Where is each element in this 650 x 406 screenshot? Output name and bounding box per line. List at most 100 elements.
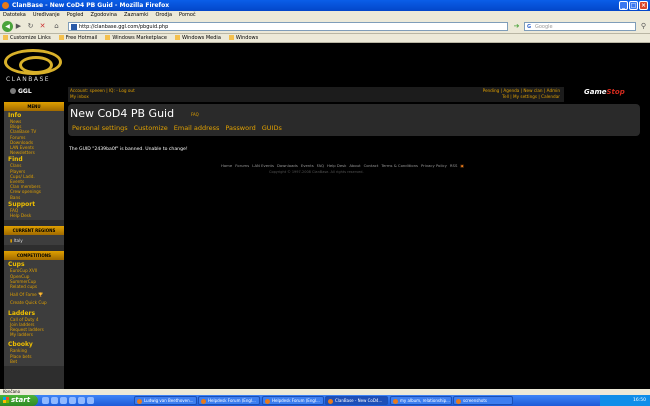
quick-launch-icon[interactable] xyxy=(78,397,85,404)
minimize-button[interactable]: _ xyxy=(619,1,628,10)
sidebar-section-title: Cbooky xyxy=(8,341,33,349)
sidebar-link[interactable]: My ladders xyxy=(4,332,64,337)
footer-link[interactable]: Privacy Policy xyxy=(421,163,447,168)
footer-link[interactable]: Forums xyxy=(235,163,249,168)
bookmark-item[interactable]: Windows Media xyxy=(175,34,221,42)
footer-link[interactable]: About xyxy=(349,163,360,168)
menu-item[interactable]: Orodja xyxy=(155,11,172,19)
taskbar-item-active[interactable]: ClanBase - New CoD4... xyxy=(325,396,388,405)
system-tray: 16:50 xyxy=(600,395,650,406)
footer-link[interactable]: RSS xyxy=(450,163,457,168)
taskbar-item[interactable]: Helpdesk Forum (Engl... xyxy=(262,396,324,405)
settings-panel: New CoD4 PB Guid FAQ Personal settings C… xyxy=(68,104,640,136)
footer-link[interactable]: Downloads xyxy=(277,163,298,168)
clock[interactable]: 16:50 xyxy=(633,398,646,403)
bookmark-item[interactable]: Free Hotmail xyxy=(59,34,98,42)
footer-links: Home Forums LAN Events Downloads Events … xyxy=(221,163,464,168)
menu-item[interactable]: Uređivanje xyxy=(33,11,60,19)
sidebar-competitions-header: COMPETITIONS xyxy=(4,251,64,261)
italy-flag-icon: ▮ xyxy=(10,238,13,244)
taskbar-item[interactable]: Helpdesk Forum (Engl... xyxy=(198,396,260,405)
sidebar-section-title: Info xyxy=(8,112,22,119)
sidebar-link[interactable]: Related cups xyxy=(4,284,64,289)
hall-of-fame-link[interactable]: Hall Of Fame 🏆 xyxy=(4,292,64,297)
footer-link[interactable]: LAN Events xyxy=(252,163,274,168)
firefox-icon xyxy=(2,2,9,9)
footer-link[interactable]: FAQ xyxy=(317,163,324,168)
reload-icon[interactable]: ↻ xyxy=(26,22,35,31)
menu-item[interactable]: Zaznamki xyxy=(124,11,149,19)
footer-link[interactable]: Terms & Conditions xyxy=(381,163,418,168)
sidebar-link[interactable]: Help Desk xyxy=(4,213,64,218)
sidebar-section-title: Support xyxy=(8,200,36,208)
quick-launch-icon[interactable] xyxy=(87,397,94,404)
stop-icon[interactable]: ✕ xyxy=(38,22,47,31)
tab-guids[interactable]: GUIDs xyxy=(262,124,282,132)
create-cup-link[interactable]: Create Quick Cup xyxy=(4,300,64,305)
url-text: http://clanbase.ggl.com/pbguid.php xyxy=(79,24,169,30)
search-placeholder: Google xyxy=(535,24,553,30)
region-label: Italy xyxy=(13,238,23,244)
sidebar-competitions-block: COMPETITIONS Cups EuroCup XVII OpenCup S… xyxy=(4,251,64,367)
close-button[interactable]: × xyxy=(639,1,648,10)
gamestop-logo[interactable]: GameStop xyxy=(584,88,625,96)
region-item[interactable]: ▮ Italy xyxy=(4,235,64,243)
gamestop-stop: Stop xyxy=(606,88,625,96)
bookmark-item[interactable]: Windows xyxy=(229,34,258,42)
quick-launch-icon[interactable] xyxy=(69,397,76,404)
quick-launch-icon[interactable] xyxy=(51,397,58,404)
search-magnifier-icon[interactable]: ⚲ xyxy=(639,22,648,31)
hall-of-fame-label: Hall Of Fame xyxy=(10,292,37,298)
sidebar-regions-block: CURRENT REGIONS ▮ Italy xyxy=(4,226,64,246)
tab-email-address[interactable]: Email address xyxy=(174,124,220,132)
quick-launch-icon[interactable] xyxy=(42,397,49,404)
taskbar-item[interactable]: Ludwig van Beethoven... xyxy=(134,396,197,405)
faq-link[interactable]: FAQ xyxy=(191,112,199,117)
footer-link[interactable]: Events xyxy=(301,163,314,168)
footer-link[interactable]: Home xyxy=(221,163,232,168)
tab-customize[interactable]: Customize xyxy=(134,124,168,132)
trophy-icon: 🏆 xyxy=(38,292,44,298)
sidebar-section-title: Find xyxy=(8,156,23,164)
quick-launch-icon[interactable] xyxy=(60,397,67,404)
tab-password[interactable]: Password xyxy=(225,124,255,132)
start-button[interactable]: start xyxy=(0,395,38,406)
status-text: Končano xyxy=(3,389,21,394)
account-links-bottom[interactable]: Tell | My settings | Calendar xyxy=(483,94,560,100)
bookmark-item[interactable]: Customize Links xyxy=(3,34,51,42)
start-label: start xyxy=(11,396,31,404)
sidebar-info-block: Info News Blogs ClanBase TV Forums Downl… xyxy=(4,111,64,221)
forward-arrow-icon[interactable]: ▶ xyxy=(14,22,23,31)
sidebar-section-title: Cups xyxy=(8,261,25,269)
account-bar: Account: speeen | IQ: - Log out My inbox… xyxy=(68,87,564,102)
tab-personal-settings[interactable]: Personal settings xyxy=(72,124,128,132)
clanbase-logo-icon xyxy=(4,49,62,75)
maximize-button[interactable]: □ xyxy=(629,1,638,10)
search-input[interactable]: G Google xyxy=(524,22,636,31)
inbox-link[interactable]: My inbox xyxy=(70,94,135,100)
menu-item[interactable]: Datoteka xyxy=(3,11,26,19)
quick-launch xyxy=(42,397,94,404)
bookmark-item[interactable]: Windows Marketplace xyxy=(105,34,167,42)
bookmarks-bar: Customize Links Free Hotmail Windows Mar… xyxy=(0,34,650,43)
back-arrow-icon[interactable]: ◀ xyxy=(2,21,13,32)
navigation-toolbar: ◀ ▶ ↻ ✕ ⌂ http://clanbase.ggl.com/pbguid… xyxy=(0,19,650,34)
menu-item[interactable]: Zgodovina xyxy=(90,11,116,19)
taskbar-item[interactable]: screenshots xyxy=(453,396,513,405)
sidebar-regions-header: CURRENT REGIONS xyxy=(4,226,64,236)
gamestop-game: Game xyxy=(584,88,607,96)
windows-taskbar: start Ludwig van Beethoven... Helpdesk F… xyxy=(0,395,650,406)
sidebar-link[interactable]: Bet xyxy=(4,359,64,364)
home-icon[interactable]: ⌂ xyxy=(52,22,61,31)
footer-link[interactable]: Contact xyxy=(364,163,379,168)
taskbar-item[interactable]: my album, relationship... xyxy=(390,396,452,405)
url-input[interactable]: http://clanbase.ggl.com/pbguid.php xyxy=(68,22,508,31)
footer-link[interactable]: Help Desk xyxy=(327,163,346,168)
sidebar-section-title: Ladders xyxy=(8,309,36,317)
ggl-logo[interactable]: GGL xyxy=(10,88,32,95)
go-arrow-icon[interactable]: ➔ xyxy=(512,22,521,31)
clanbase-logo[interactable]: CLANBASE xyxy=(4,49,62,85)
menu-item[interactable]: Pomoč xyxy=(179,11,196,19)
menu-item[interactable]: Pogled xyxy=(67,11,84,19)
rss-icon[interactable]: ▣ xyxy=(460,163,464,168)
